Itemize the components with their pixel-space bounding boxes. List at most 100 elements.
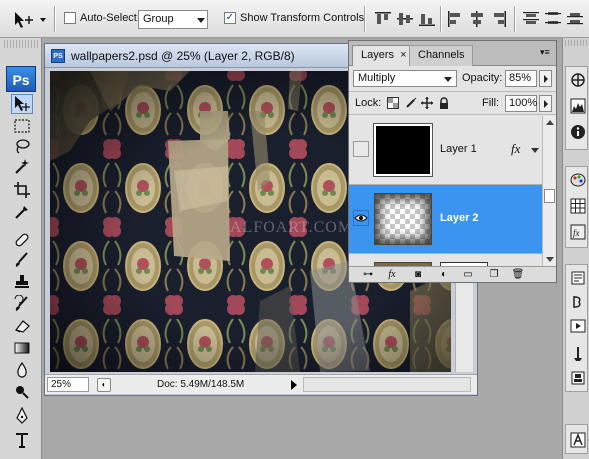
info-icon <box>570 124 585 139</box>
info-panel-button[interactable] <box>569 123 586 140</box>
auto-select-label: Auto-Select: <box>80 12 140 24</box>
pen-tool-button[interactable] <box>11 406 33 426</box>
lock-transparent-pixels-icon[interactable] <box>387 97 399 109</box>
blend-mode-dropdown[interactable]: Multiply <box>353 70 457 87</box>
history-icon <box>571 271 584 284</box>
lock-position-icon[interactable] <box>421 97 433 109</box>
opacity-slider-button[interactable] <box>539 70 552 87</box>
panel-menu-icon[interactable]: ▾≡ <box>540 47 550 57</box>
options-separator <box>440 6 442 32</box>
clone-stamp-tool-button[interactable] <box>11 272 33 292</box>
close-icon[interactable]: × <box>400 49 406 61</box>
zoom-info-icon[interactable]: ◐ <box>97 378 111 392</box>
visibility-toggle[interactable] <box>353 210 369 226</box>
animation-panel-button[interactable] <box>569 317 586 334</box>
lasso-icon <box>16 139 30 154</box>
options-bar: Auto-Select: Group ✓ Show Transform Cont… <box>0 0 589 38</box>
layer-name[interactable]: Layer 1 <box>440 143 477 155</box>
dock-grip[interactable] <box>565 40 587 46</box>
history-panel-button[interactable] <box>569 269 586 286</box>
canvas-horizontal-scrollbar[interactable] <box>303 377 471 392</box>
fill-input[interactable]: 100% <box>505 95 537 112</box>
panel-grip[interactable] <box>4 40 38 48</box>
eye-icon <box>354 214 368 222</box>
trash-icon[interactable]: 🗑 <box>511 268 525 281</box>
brush-tool-button[interactable] <box>11 250 33 270</box>
marquee-tool-button[interactable] <box>11 116 33 136</box>
layer-row-partial[interactable] <box>349 254 542 266</box>
blur-tool-button[interactable] <box>11 360 33 380</box>
distribute-bottom-edges-button[interactable] <box>566 10 584 28</box>
crop-tool-button[interactable] <box>11 180 33 200</box>
align-top-icon <box>375 12 391 24</box>
align-bottom-edges-button[interactable] <box>418 10 436 28</box>
navigator-panel-button[interactable] <box>569 71 586 88</box>
align-vertical-centers-button[interactable] <box>396 10 414 28</box>
visibility-toggle-hidden[interactable] <box>353 141 369 157</box>
character-panel-button[interactable] <box>569 431 586 448</box>
status-menu-arrow-icon[interactable] <box>291 380 297 390</box>
auto-select-checkbox[interactable] <box>64 12 76 24</box>
add-layer-style-fx-icon[interactable]: fx <box>385 268 399 281</box>
magic-wand-tool-button[interactable] <box>11 156 33 176</box>
lasso-tool-button[interactable] <box>11 136 33 156</box>
layer-thumbnail <box>374 193 432 245</box>
scroll-down-icon[interactable] <box>546 257 554 262</box>
new-group-folder-icon[interactable]: ▭ <box>461 268 475 281</box>
svg-text:fx: fx <box>573 228 580 238</box>
fill-slider-button[interactable] <box>539 95 552 112</box>
tool-presets-panel-button[interactable] <box>569 345 586 362</box>
tool-presets-icon <box>573 346 582 361</box>
color-panel-button[interactable] <box>569 171 586 188</box>
panel-tab-bar: Layers × Channels ▾≡ <box>349 41 556 66</box>
move-tool-icon <box>15 96 30 111</box>
scroll-up-icon[interactable] <box>546 120 554 125</box>
clone-source-panel-button[interactable] <box>569 369 586 386</box>
gradient-tool-button[interactable] <box>11 338 33 358</box>
dodge-tool-button[interactable] <box>11 382 33 402</box>
align-right-edges-button[interactable] <box>490 10 508 28</box>
dock-group-2: fx <box>565 166 588 248</box>
swatches-panel-button[interactable] <box>569 197 586 214</box>
eyedropper-tool-button[interactable] <box>11 202 33 222</box>
styles-panel-button[interactable]: fx <box>569 223 586 240</box>
align-horizontal-centers-button[interactable] <box>468 10 486 28</box>
opacity-input[interactable]: 85% <box>505 70 537 87</box>
layer-row-layer-2[interactable]: Layer 2 <box>349 185 542 254</box>
layers-scrollbar[interactable] <box>542 116 556 266</box>
eraser-tool-button[interactable] <box>11 316 33 336</box>
distribute-top-edges-button[interactable] <box>522 10 540 28</box>
add-mask-icon[interactable]: ◙ <box>411 268 425 281</box>
type-icon <box>16 433 28 448</box>
layer-effects-fx-icon[interactable]: fx <box>511 141 520 157</box>
healing-brush-tool-button[interactable] <box>11 230 33 250</box>
actions-panel-button[interactable] <box>569 293 586 310</box>
history-brush-tool-button[interactable] <box>11 294 33 314</box>
align-top-edges-button[interactable] <box>374 10 392 28</box>
tab-channels[interactable]: Channels <box>409 45 474 66</box>
tab-layers[interactable]: Layers × <box>352 45 416 66</box>
layer-name[interactable]: Layer 2 <box>440 212 479 224</box>
auto-select-dropdown[interactable]: Group <box>138 10 208 29</box>
show-transform-checkbox[interactable]: ✓ <box>224 12 236 24</box>
move-tool-button[interactable] <box>11 94 33 114</box>
expand-effects-arrow-icon[interactable] <box>531 148 539 153</box>
distribute-vertical-centers-button[interactable] <box>544 10 562 28</box>
distribute-top-icon <box>523 12 539 24</box>
new-layer-icon[interactable]: ❐ <box>487 268 501 281</box>
blend-mode-value: Multiply <box>358 72 396 84</box>
lock-image-pixels-icon[interactable] <box>405 97 417 109</box>
play-icon <box>570 319 585 332</box>
histogram-panel-button[interactable] <box>569 97 586 114</box>
adjustment-layer-icon[interactable]: ◐ <box>437 268 451 281</box>
lock-row: Lock: Fill: 100% <box>349 91 556 115</box>
type-tool-button[interactable] <box>11 430 33 450</box>
tool-preset-picker[interactable] <box>12 10 48 30</box>
layer-row-layer-1[interactable]: Layer 1 fx <box>349 116 542 185</box>
align-left-edges-button[interactable] <box>446 10 464 28</box>
scrollbar-thumb[interactable] <box>544 189 555 203</box>
lock-all-icon[interactable] <box>438 97 450 109</box>
zoom-level-field[interactable]: 25% <box>47 377 89 392</box>
link-layers-icon[interactable]: ⊶ <box>361 268 375 281</box>
tools-panel: Ps <box>0 38 42 459</box>
